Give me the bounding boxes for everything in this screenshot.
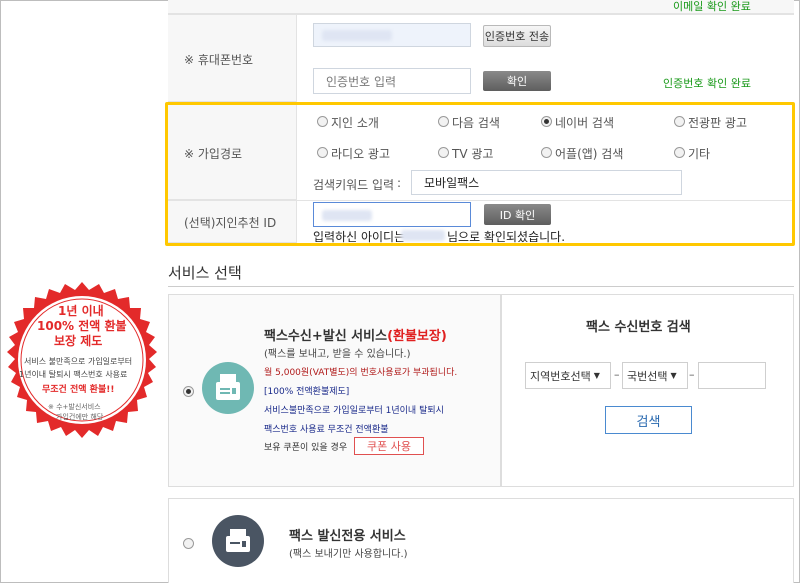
- send-receive-title-tag: (환불보장): [387, 329, 447, 344]
- chevron-down-icon: ▼: [670, 371, 677, 380]
- badge-desc3: 무조건 전액 환불!!: [42, 385, 115, 395]
- badge-note1: ※ 수+발신서비스: [48, 403, 101, 411]
- badge-note2: 가입건에만 해당: [56, 413, 104, 421]
- exchange-select-value: 국번선택: [627, 369, 668, 383]
- coupon-button[interactable]: 쿠폰 사용: [354, 437, 424, 455]
- phone-input[interactable]: [313, 23, 471, 47]
- send-code-button[interactable]: 인증번호 전송: [483, 25, 551, 47]
- send-receive-refund-desc2: 팩스번호 사용료 무조건 전액환불: [264, 425, 389, 435]
- exchange-select[interactable]: 국번선택 ▼: [622, 362, 688, 389]
- phone-label: ※ 휴대폰번호: [184, 53, 254, 67]
- code-confirm-button[interactable]: 확인: [483, 71, 551, 91]
- send-receive-title-text: 팩스수신+발신 서비스: [264, 329, 388, 344]
- send-receive-refund-desc1: 서비스불만족으로 가입일로부터 1년이내 탈퇴시: [264, 406, 444, 416]
- code-placeholder: 인증번호 입력: [326, 74, 397, 89]
- radio-send-only[interactable]: [183, 538, 194, 549]
- code-status: 인증번호 확인 완료: [663, 77, 751, 90]
- send-receive-subtitle: (팩스를 보내고, 받을 수 있습니다.): [264, 349, 411, 360]
- fax-icon-dark: [212, 515, 264, 567]
- code-input[interactable]: 인증번호 입력: [313, 68, 471, 94]
- highlight-box: [165, 102, 795, 246]
- number-search-title: 팩스 수신번호 검색: [586, 320, 691, 335]
- send-receive-fee: 월 5,000원(VAT별도)의 번호사용료가 부과됩니다.: [264, 368, 458, 378]
- badge-desc2: 1년이내 탈퇴시 팩스번호 사용료: [19, 370, 128, 379]
- chevron-down-icon: ▼: [593, 371, 600, 380]
- fax-machine-icon: [226, 529, 250, 552]
- section-title: 서비스 선택: [168, 264, 242, 282]
- divider: [168, 14, 794, 15]
- fax-machine-icon: [216, 374, 240, 400]
- divider: [296, 14, 297, 102]
- dash: –: [614, 368, 620, 381]
- send-receive-title: 팩스수신+발신 서비스(환불보장): [264, 325, 447, 344]
- number-input[interactable]: [698, 362, 766, 389]
- fax-icon-teal: [202, 362, 254, 414]
- send-only-subtitle: (팩스 보내기만 사용합니다.): [289, 549, 408, 560]
- coupon-label: 보유 쿠폰이 있을 경우: [264, 443, 348, 453]
- area-code-select[interactable]: 지역번호선택 ▼: [525, 362, 611, 389]
- phone-number-blurred: [322, 30, 392, 41]
- area-code-select-value: 지역번호선택: [530, 369, 591, 383]
- badge-desc1: 서비스 불만족으로 가입일로부터: [24, 357, 133, 366]
- email-status: 이메일 확인 완료: [673, 0, 751, 13]
- number-search-button[interactable]: 검색: [605, 406, 692, 434]
- dash: –: [689, 368, 695, 381]
- send-receive-refund: [100% 전액환불제도]: [264, 387, 350, 397]
- send-only-title: 팩스 발신전용 서비스: [289, 529, 406, 544]
- radio-send-receive[interactable]: [183, 386, 194, 397]
- section-divider: [168, 286, 794, 287]
- badge-line3: 보장 제도: [54, 334, 103, 348]
